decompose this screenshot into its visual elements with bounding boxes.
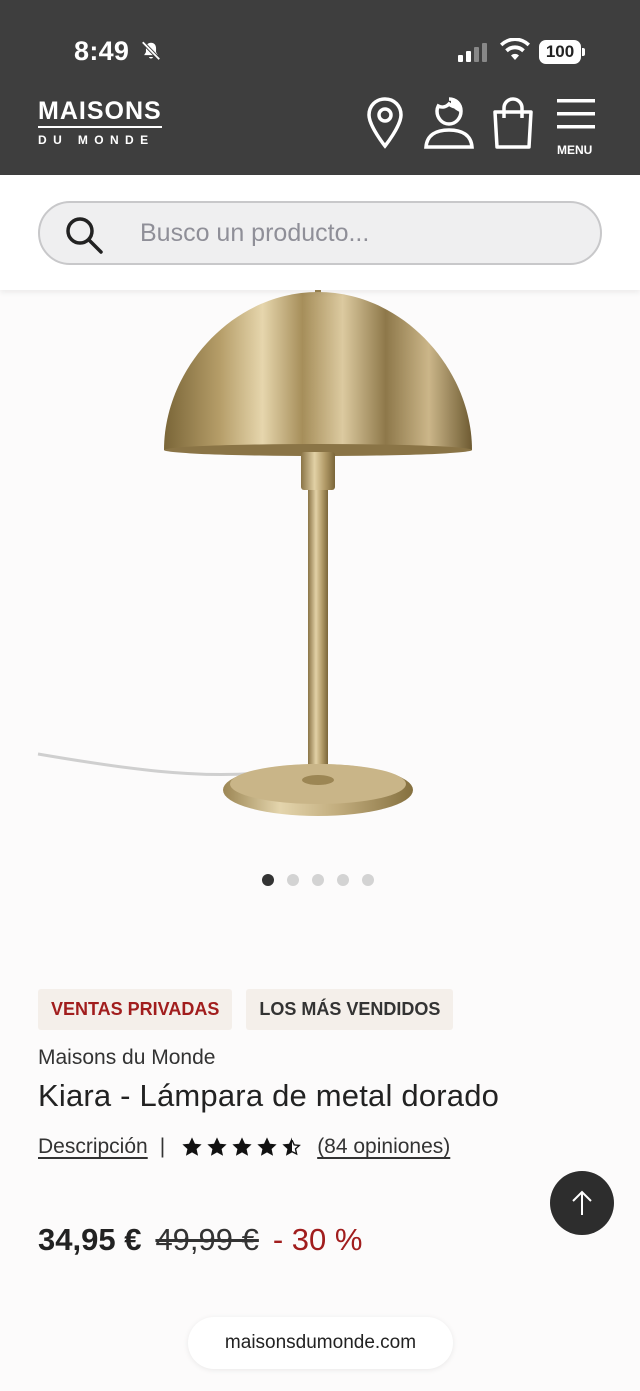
browser-url-bar[interactable]: maisonsdumonde.com: [188, 1317, 453, 1369]
badge-private-sales: VENTAS PRIVADAS: [38, 989, 233, 1030]
search-section: [0, 175, 640, 290]
carousel-dot[interactable]: [262, 874, 274, 886]
search-bar[interactable]: [38, 201, 602, 265]
battery-level: 100: [539, 40, 581, 64]
arrow-up-icon: [572, 1190, 592, 1215]
top-header: 8:49 100 MAISONS DU MONDE MENU: [0, 0, 640, 175]
menu-icon[interactable]: [557, 98, 595, 132]
product-badges: VENTAS PRIVADAS LOS MÁS VENDIDOS: [38, 989, 454, 1030]
status-time: 8:49: [74, 36, 130, 66]
cellular-signal-icon: [458, 43, 487, 62]
star-full-icon: [257, 1137, 277, 1156]
description-rating-row: Descripción | (84 opiniones): [38, 1135, 450, 1159]
battery-icon: 100: [539, 40, 585, 64]
rating-stars: [181, 1136, 303, 1158]
shopping-bag-icon[interactable]: [490, 96, 536, 150]
scroll-to-top-button[interactable]: [550, 1171, 614, 1235]
account-icon[interactable]: [423, 96, 475, 150]
carousel-dot[interactable]: [362, 874, 374, 886]
discount-percent: - 30 %: [272, 1222, 363, 1257]
description-link[interactable]: Descripción: [38, 1135, 148, 1159]
carousel-dot[interactable]: [312, 874, 324, 886]
bell-muted-icon: [141, 41, 161, 61]
product-brand: Maisons du Monde: [38, 1046, 216, 1069]
search-input[interactable]: [140, 211, 580, 255]
logo-top-text: MAISONS: [38, 97, 162, 125]
logo-bottom-text: DU MONDE: [38, 133, 155, 147]
current-price: 34,95 €: [38, 1222, 142, 1257]
carousel-dots: [262, 874, 374, 886]
carousel-dot[interactable]: [287, 874, 299, 886]
menu-label[interactable]: MENU: [557, 143, 592, 157]
star-full-icon: [182, 1137, 202, 1156]
product-title: Kiara - Lámpara de metal dorado: [38, 1078, 500, 1113]
star-half-icon: [282, 1137, 302, 1156]
wifi-icon: [500, 38, 530, 60]
location-pin-icon[interactable]: [365, 96, 405, 150]
carousel-dot[interactable]: [337, 874, 349, 886]
product-image[interactable]: [0, 290, 640, 870]
site-logo[interactable]: MAISONS DU MONDE: [38, 97, 168, 147]
star-full-icon: [232, 1137, 252, 1156]
separator: |: [159, 1135, 166, 1158]
reviews-link[interactable]: (84 opiniones): [317, 1135, 450, 1159]
price-row: 34,95 € 49,99 € - 30 %: [38, 1222, 362, 1258]
star-full-icon: [207, 1137, 227, 1156]
original-price: 49,99 €: [155, 1222, 259, 1257]
search-icon[interactable]: [64, 215, 104, 255]
badge-best-sellers: LOS MÁS VENDIDOS: [246, 989, 454, 1030]
